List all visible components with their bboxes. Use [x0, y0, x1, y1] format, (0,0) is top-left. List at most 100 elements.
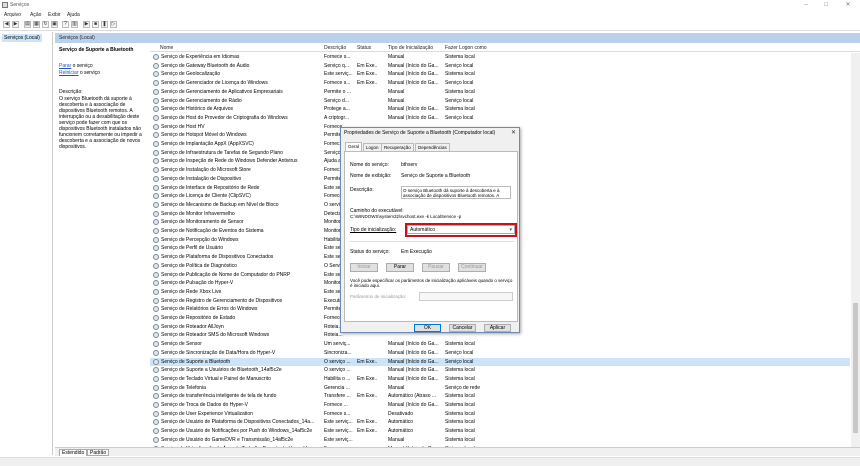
- service-startup-cell: Manual (Início do Ga...: [388, 80, 439, 87]
- column-header-startup-type[interactable]: Tipo de Inicialização: [388, 45, 433, 51]
- table-row[interactable]: Serviço de Gateway Bluetooth de Áudio Ser…: [150, 62, 850, 70]
- minimize-icon[interactable]: –: [800, 1, 812, 9]
- close-icon[interactable]: ✕: [842, 1, 854, 9]
- properties-icon[interactable]: ▥: [71, 21, 78, 28]
- table-row[interactable]: Serviço de Geolocalização Este serviç... E…: [150, 70, 850, 78]
- restart-icon[interactable]: ▷: [110, 21, 117, 28]
- gear-icon: [153, 280, 159, 287]
- forward-icon[interactable]: ▶: [12, 21, 19, 28]
- service-name-cell: Serviço de Hotspot Móvel do Windows: [161, 132, 247, 139]
- window-title: Serviços: [10, 2, 30, 8]
- table-row[interactable]: Serviço de Usuário do GameDVR e Transmis…: [150, 436, 850, 444]
- tab-padrao[interactable]: Padrão: [87, 449, 110, 456]
- service-name-cell: Serviço de Implantação AppX (AppXSVC): [161, 141, 254, 147]
- gear-icon: [153, 123, 159, 130]
- stop-service-link[interactable]: Parar: [59, 63, 71, 69]
- dialog-tab-recuperacao[interactable]: Recuperação: [381, 143, 414, 151]
- column-headers: Nome Descrição Status Tipo de Inicializa…: [150, 43, 860, 52]
- service-startup-cell: Manual: [388, 97, 405, 104]
- table-row[interactable]: Serviço de transferência inteligente de …: [150, 392, 850, 400]
- pause-button[interactable]: Pausar: [422, 263, 450, 272]
- table-row[interactable]: Serviço de Gerenciamento de Aplicativos …: [150, 88, 850, 96]
- service-name-cell: Serviço de Infraestrutura de Tarefas de …: [161, 149, 283, 156]
- stop-icon[interactable]: ■: [92, 21, 99, 28]
- gear-icon: [153, 62, 159, 69]
- table-row[interactable]: Serviço de Experiência em Idiomas Fornece…: [150, 53, 850, 61]
- pause-icon[interactable]: ❚: [101, 21, 108, 28]
- service-name-cell: Serviço de Repositório de Estado: [161, 315, 236, 321]
- maximize-icon[interactable]: □: [820, 1, 832, 9]
- column-header-description[interactable]: Descrição: [324, 45, 346, 51]
- table-row[interactable]: Serviço de Sincronização de Data/Hora do…: [150, 349, 850, 357]
- apply-button[interactable]: Aplicar: [484, 324, 511, 332]
- column-header-status[interactable]: Status: [357, 45, 371, 51]
- column-header-logon[interactable]: Fazer Logon como: [445, 45, 487, 51]
- table-row[interactable]: Serviço de Histórico de Arquivos Protege …: [150, 105, 850, 113]
- table-row[interactable]: Serviço de Usuário de Notificações por P…: [150, 427, 850, 435]
- service-description-cell: Fornece s...: [324, 54, 351, 60]
- service-status-cell: Em Exe...: [357, 428, 377, 435]
- service-status-cell: Em Exe...: [357, 358, 377, 365]
- start-button[interactable]: Iniciar: [350, 263, 378, 272]
- table-row[interactable]: Serviço de Suporte a Usuários de Bluetoo…: [150, 366, 850, 374]
- dialog-tab-geral[interactable]: Geral: [345, 142, 363, 151]
- gear-icon: [153, 262, 159, 269]
- table-row[interactable]: Serviço de Gerenciador de Licença do Win…: [150, 79, 850, 87]
- resume-button[interactable]: Continuar: [458, 263, 486, 272]
- table-row[interactable]: Serviço de Sensor Um serviç... Manual (Iní…: [150, 340, 850, 348]
- service-logon-cell: Sistema local: [445, 367, 475, 374]
- gear-icon: [153, 88, 159, 95]
- table-row[interactable]: Serviço de Gerenciamento de Rádio Serviço…: [150, 97, 850, 105]
- menu-acao[interactable]: Ação: [30, 12, 41, 18]
- tab-estendido[interactable]: Estendido: [59, 449, 88, 456]
- display-name-value: Serviço de Suporte a Bluetooth: [401, 173, 471, 179]
- table-row[interactable]: Serviço de Teclado Virtual e Painel de M…: [150, 375, 850, 383]
- startup-type-dropdown[interactable]: Automático ▾: [407, 225, 515, 234]
- cancel-button[interactable]: Cancelar: [449, 324, 476, 332]
- stop-button[interactable]: Parar: [386, 263, 414, 272]
- export-icon[interactable]: ▣: [51, 21, 58, 28]
- table-row[interactable]: Serviço de Host do Provedor de Criptogra…: [150, 114, 850, 122]
- service-logon-cell: Sistema local: [445, 341, 475, 348]
- service-name-cell: Serviço de Plataforma de Dispositivos Co…: [161, 254, 274, 261]
- tree-view-icon[interactable]: ▤: [24, 21, 31, 28]
- list-view-icon[interactable]: ▦: [33, 21, 40, 28]
- tree-node-services-local[interactable]: Serviços (Local): [2, 34, 42, 42]
- refresh-icon[interactable]: ↻: [42, 21, 49, 28]
- restart-service-link[interactable]: Reiniciar: [59, 70, 78, 76]
- service-startup-cell: Automático: [388, 419, 414, 426]
- service-logon-cell: Serviço local: [445, 80, 474, 87]
- selected-service-name: Serviço de Suporte a Bluetooth: [59, 47, 134, 53]
- menu-ajuda[interactable]: Ajuda: [67, 12, 80, 18]
- service-name-cell: Serviço de Publicação de Nome de Computa…: [161, 271, 291, 278]
- start-parameters-input[interactable]: [419, 292, 513, 301]
- service-startup-cell: Manual (Início do Ga...: [388, 402, 439, 408]
- menu-arquivo[interactable]: Arquivo: [4, 12, 21, 18]
- gear-icon: [153, 114, 159, 121]
- dialog-description-box[interactable]: O serviço Bluetooth dá suporte à descobe…: [401, 186, 511, 199]
- gear-icon: [153, 97, 159, 104]
- back-icon[interactable]: ◀: [3, 21, 10, 28]
- start-icon[interactable]: ▶: [83, 21, 90, 28]
- service-name-cell: Serviço de Usuário do GameDVR e Transmis…: [161, 436, 294, 443]
- table-row[interactable]: Serviço de Telefonia Gerencia ... Manual Se…: [150, 384, 850, 392]
- table-row[interactable]: Serviço de Troca de Dados do Hyper-V Forn…: [150, 401, 850, 409]
- help-icon[interactable]: ?: [62, 21, 69, 28]
- dialog-close-icon[interactable]: ✕: [511, 129, 516, 136]
- scrollbar-thumb[interactable]: [853, 303, 858, 433]
- service-logon-cell: Sistema local: [445, 106, 475, 113]
- dialog-tab-dependencias[interactable]: Dependências: [415, 143, 450, 151]
- table-row[interactable]: Serviço de Usuário de Plataforma de Disp…: [150, 418, 850, 426]
- menu-exibir[interactable]: Exibir: [48, 12, 61, 18]
- service-name-cell: Serviço de Troca de Dados do Hyper-V: [161, 402, 248, 408]
- table-row[interactable]: Serviço de User Experience Virtualizatio…: [150, 410, 850, 418]
- dialog-tab-logon[interactable]: Logon: [363, 143, 382, 151]
- service-name-cell: Serviço de Telefonia: [161, 384, 206, 391]
- column-header-name[interactable]: Nome: [160, 45, 173, 51]
- ok-button[interactable]: OK: [414, 324, 441, 332]
- table-row[interactable]: Serviço de Suporte a Bluetooth O serviço …: [150, 357, 850, 366]
- service-description-cell: Fornece s...: [324, 80, 351, 87]
- gear-icon: [153, 410, 159, 417]
- service-name-cell: Serviço de Notificação de Eventos do Sis…: [161, 228, 264, 234]
- vertical-scrollbar[interactable]: [851, 53, 860, 455]
